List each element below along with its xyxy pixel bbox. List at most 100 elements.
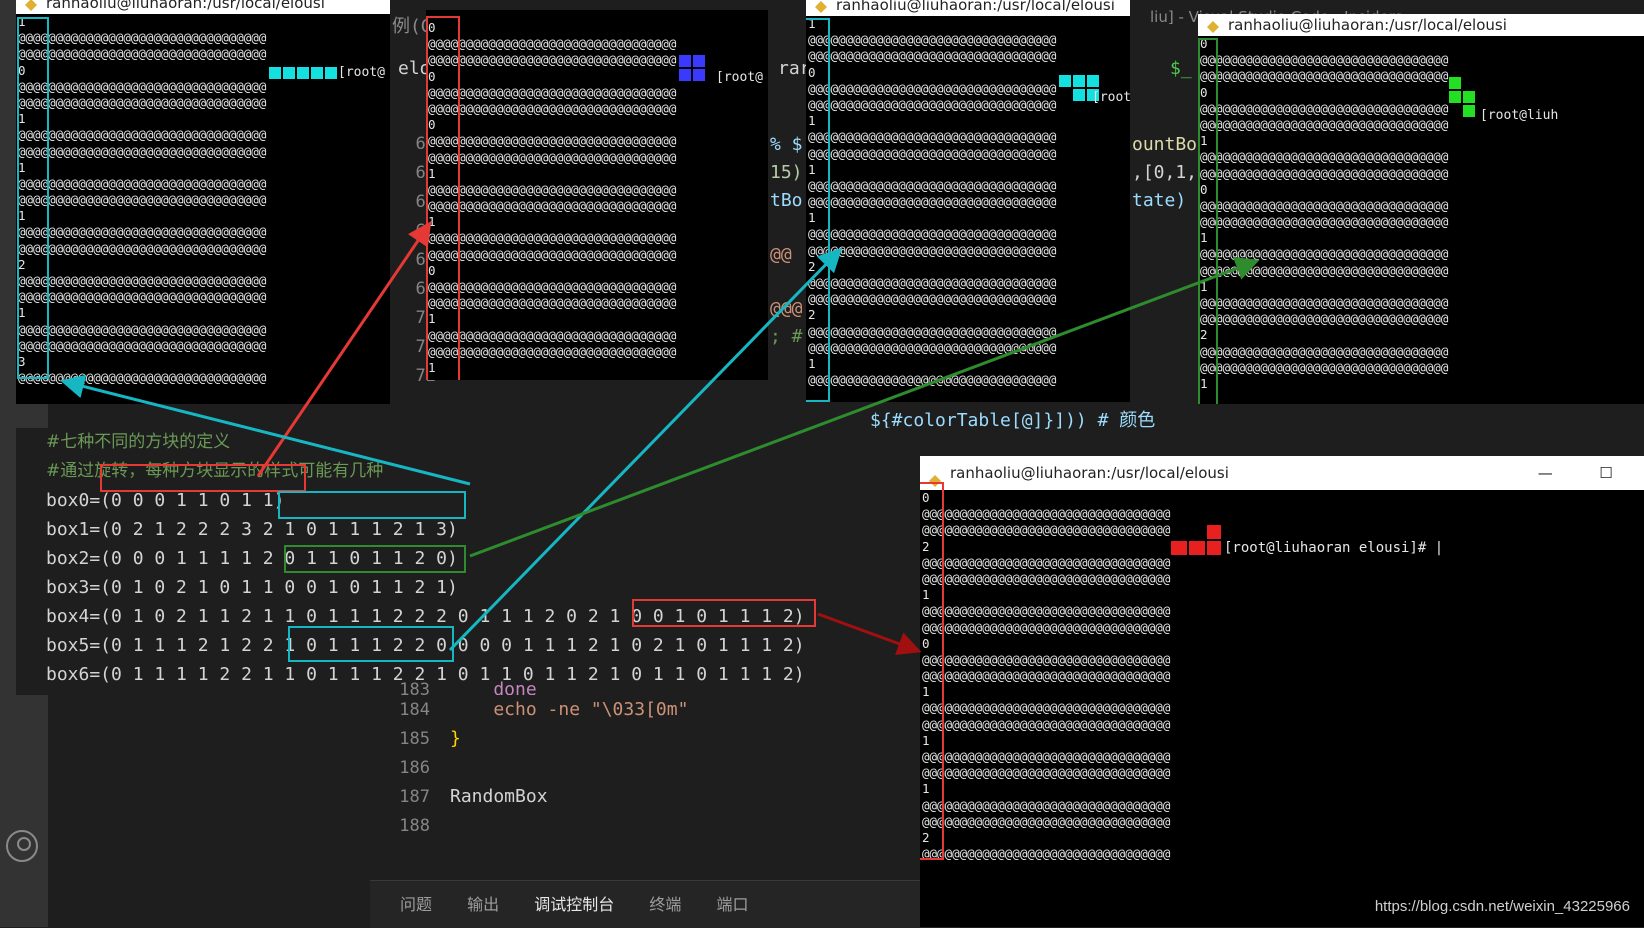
terminal-line: @@@@@@@@@@@@@@@@@@@@@@@@@@@@@@@@@ xyxy=(808,291,1057,307)
terminal-line: 1 xyxy=(922,732,930,748)
code-line-box5[interactable]: box5=(0 1 1 1 2 1 2 2 1 0 1 1 1 2 2 0 0 … xyxy=(46,631,916,660)
terminal-line: @@@@@@@@@@@@@@@@@@@@@@@@@@@@@@@@@ xyxy=(1200,197,1449,213)
line-number: 187 xyxy=(399,787,430,807)
account-icon[interactable] xyxy=(6,830,38,862)
terminal-line: @@@@@@@@@@@@@@@@@@@@@@@@@@@@@@@@@ xyxy=(808,372,1057,388)
terminal-title: ranhaoliu@liuhaoran:/usr/local/elousi xyxy=(46,0,325,12)
terminal-line: 1 xyxy=(18,14,26,29)
terminal-line: 2 xyxy=(808,258,816,274)
highlight-box5 xyxy=(632,599,816,627)
terminal-line: @@@@@@@@@@@@@@@@@@@@@@@@@@@@@@@@@ xyxy=(18,127,267,143)
highlight-column xyxy=(17,17,49,379)
terminal-line: 1 xyxy=(428,214,436,230)
terminal-window-5[interactable]: ranhaoliu@liuhaoran:/usr/local/elousi — … xyxy=(920,456,1644,927)
terminal-line: @@@@@@@@@@@@@@@@@@@@@@@@@@@@@@@@@ xyxy=(922,554,1171,570)
tab-ports[interactable]: 端口 xyxy=(716,881,748,928)
terminal-window-1[interactable]: ranhaoliu@liuhaoran:/usr/local/elousi 1 @… xyxy=(16,0,390,404)
terminal-line: @@@@@@@@@@@@@@@@@@@@@@@@@@@@@@@@@ xyxy=(428,246,677,262)
terminal-line: @@@@@@@@@@@@@@@@@@@@@@@@@@@@@@@@@ xyxy=(1200,149,1449,165)
terminal-line: 0 xyxy=(428,117,436,133)
terminal-line: 1 xyxy=(428,311,436,327)
terminal-line: 1 xyxy=(922,781,930,797)
terminal-line: 1 xyxy=(808,113,816,129)
terminal-line: @@@@@@@@@@@@@@@@@@@@@@@@@@@@@@@@@ xyxy=(18,370,267,386)
shell-prompt: [root@ xyxy=(338,65,385,80)
tab-problems[interactable]: 问题 xyxy=(400,881,432,928)
terminal-line: @@@@@@@@@@@@@@@@@@@@@@@@@@@@@@@@@ xyxy=(922,700,1171,716)
terminal-line: 1 xyxy=(808,210,816,226)
terminal-line: @@@@@@@@@@@@@@@@@@@@@@@@@@@@@@@@@ xyxy=(1200,68,1449,84)
terminal-line: @@@@@@@@@@@@@@@@@@@@@@@@@@@@@@@@@ xyxy=(808,48,1057,64)
terminal-window-4[interactable]: ranhaoliu@liuhaoran:/usr/local/elousi 0 @… xyxy=(1198,14,1644,404)
terminal-line: 0 xyxy=(428,262,436,278)
tab-debug-console[interactable]: 调试控制台 xyxy=(534,881,614,928)
maximize-button[interactable]: ☐ xyxy=(1578,456,1634,490)
code-fragment: % $ xyxy=(770,134,803,155)
terminal-line: @@@@@@@@@@@@@@@@@@@@@@@@@@@@@@@@@ xyxy=(428,52,677,68)
lower-editor: 183 done 184 echo -ne "\033[0m" 185} 186… xyxy=(370,679,960,875)
terminal-line: 2 xyxy=(808,307,816,323)
tab-terminal[interactable]: 终端 xyxy=(649,881,681,928)
terminal-line: @@@@@@@@@@@@@@@@@@@@@@@@@@@@@@@@@ xyxy=(808,226,1057,242)
terminal-line: 2 xyxy=(922,829,930,845)
highlight-column xyxy=(1198,38,1218,404)
highlight-column xyxy=(426,16,460,380)
terminal-window-3[interactable]: ranhaoliu@liuhaoran:/usr/local/elousi 1 @… xyxy=(806,0,1130,402)
terminal-line: @@@@@@@@@@@@@@@@@@@@@@@@@@@@@@@@@ xyxy=(922,716,1171,732)
terminal-line: @@@@@@@@@@@@@@@@@@@@@@@@@@@@@@@@@ xyxy=(808,323,1057,339)
code-text: RandomBox xyxy=(450,786,548,807)
code-line-box2[interactable]: box2=(0 0 0 1 1 1 1 2 0 1 1 0 1 1 2 0) xyxy=(46,544,916,573)
terminal-line: 1 xyxy=(18,111,26,127)
terminal-line: 1 xyxy=(1200,133,1208,149)
terminal-line: @@@@@@@@@@@@@@@@@@@@@@@@@@@@@@@@@ xyxy=(18,94,267,110)
minimize-button[interactable]: — xyxy=(1517,456,1573,490)
highlight-box3 xyxy=(284,545,466,573)
terminal-line: @@@@@@@@@@@@@@@@@@@@@@@@@@@@@@@@@ xyxy=(808,177,1057,193)
tab-output[interactable]: 输出 xyxy=(467,881,499,928)
terminal-line: 1 xyxy=(428,359,436,375)
terminal-line: @@@@@@@@@@@@@@@@@@@@@@@@@@@@@@@@@ xyxy=(1200,295,1449,310)
terminal-line: @@@@@@@@@@@@@@@@@@@@@@@@@@@@@@@@@ xyxy=(18,273,267,288)
terminal-line: @@@@@@@@@@@@@@@@@@@@@@@@@@@@@@@@@ xyxy=(1200,246,1449,262)
code-fragment: @@@ xyxy=(770,298,803,319)
terminal-line: @@@@@@@@@@@@@@@@@@@@@@@@@@@@@@@@@ xyxy=(428,343,677,359)
terminal-line: @@@@@@@@@@@@@@@@@@@@@@@@@@@@@@@@@ xyxy=(1200,343,1449,359)
terminal-line: 1 xyxy=(808,161,816,177)
terminal-line: @@@@@@@@@@@@@@@@@@@@@@@@@@@@@@@@@ xyxy=(808,145,1057,161)
terminal-icon xyxy=(1206,18,1220,33)
terminal-line: @@@@@@@@@@@@@@@@@@@@@@@@@@@@@@@@@ xyxy=(428,198,677,214)
terminal-line: @@@@@@@@@@@@@@@@@@@@@@@@@@@@@@@@@ xyxy=(922,522,1171,538)
highlight-box1 xyxy=(278,491,466,519)
terminal-line: @@@@@@@@@@@@@@@@@@@@@@@@@@@@@@@@@ xyxy=(922,813,1171,829)
terminal-title: ranhaoliu@liuhaoran:/usr/local/elousi xyxy=(950,464,1229,482)
terminal-line: @@@@@@@@@@@@@@@@@@@@@@@@@@@@@@@@@ xyxy=(1200,100,1449,116)
terminal-line: @@@@@@@@@@@@@@@@@@@@@@@@@@@@@@@@@ xyxy=(18,224,267,240)
terminal-line: @@@@@@@@@@@@@@@@@@@@@@@@@@@@@@@@@ xyxy=(1200,52,1449,68)
terminal-line: @@@@@@@@@@@@@@@@@@@@@@@@@@@@@@@@@ xyxy=(808,242,1057,258)
terminal-line: @@@@@@@@@@@@@@@@@@@@@@@@@@@@@@@@@ xyxy=(808,32,1057,48)
terminal-line: 2 xyxy=(18,256,26,272)
terminal-line: 0 xyxy=(428,20,436,35)
terminal-line: 1 xyxy=(18,208,26,224)
code-line-box3[interactable]: box3=(0 1 0 2 1 0 1 1 0 0 1 0 1 1 2 1) xyxy=(46,573,916,602)
terminal-line: @@@@@@@@@@@@@@@@@@@@@@@@@@@@@@@@@ xyxy=(1200,359,1449,375)
terminal-line: @@@@@@@@@@@@@@@@@@@@@@@@@@@@@@@@@ xyxy=(18,46,267,62)
terminal-line: 1 xyxy=(808,16,816,31)
line-number: 183 xyxy=(399,680,430,695)
code-line-box1[interactable]: box1=(0 2 1 2 2 2 3 2 1 0 1 1 1 2 1 3) xyxy=(46,515,916,544)
terminal-line: @@@@@@@@@@@@@@@@@@@@@@@@@@@@@@@@@ xyxy=(428,279,677,294)
highlight-box6 xyxy=(288,626,454,662)
terminal-line: @@@@@@@@@@@@@@@@@@@@@@@@@@@@@@@@@ xyxy=(18,143,267,159)
terminal-line: 0 xyxy=(922,635,930,651)
terminal-line: 2 xyxy=(1200,327,1208,343)
terminal-line: @@@@@@@@@@@@@@@@@@@@@@@@@@@@@@@@@ xyxy=(428,295,677,311)
terminal-title: ranhaoliu@liuhaoran:/usr/local/elousi xyxy=(836,0,1115,14)
terminal-output: 1 @@@@@@@@@@@@@@@@@@@@@@@@@@@@@@@@@ @@@@@@… xyxy=(806,16,1130,388)
terminal-line: @@@@@@@@@@@@@@@@@@@@@@@@@@@@@@@@@ xyxy=(1200,214,1449,230)
terminal-line: 1 xyxy=(18,159,26,175)
terminal-line: @@@@@@@@@@@@@@@@@@@@@@@@@@@@@@@@@ xyxy=(428,133,677,149)
terminal-line: @@@@@@@@@@@@@@@@@@@@@@@@@@@@@@@@@ xyxy=(922,570,1171,586)
terminal-line: 1 xyxy=(18,305,26,321)
terminal-line: @@@@@@@@@@@@@@@@@@@@@@@@@@@@@@@@@ xyxy=(18,192,267,208)
terminal-window-2[interactable]: 0 @@@@@@@@@@@@@@@@@@@@@@@@@@@@@@@@@ @@@@@@… xyxy=(426,10,768,380)
